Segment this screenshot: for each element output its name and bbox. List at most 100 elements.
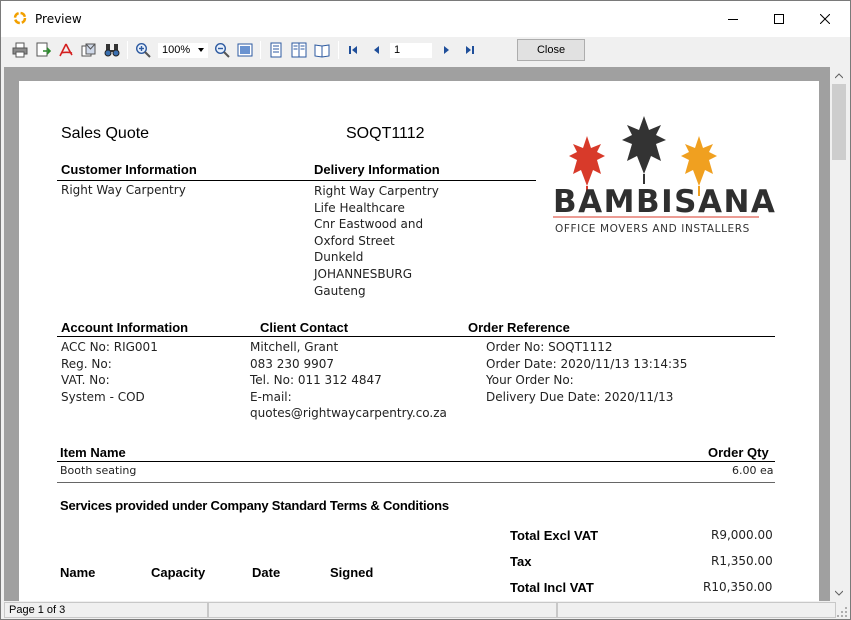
minimize-button[interactable] <box>710 1 756 37</box>
items-divider <box>57 461 775 462</box>
status-panel <box>557 602 836 618</box>
zoom-out-button[interactable] <box>213 41 231 59</box>
window-title: Preview <box>35 12 82 26</box>
last-page-button[interactable] <box>461 41 479 59</box>
contact-line: Tel. No: 011 312 4847 <box>250 373 382 388</box>
next-page-button[interactable] <box>438 41 456 59</box>
order-reference: Order No: SOQT1112 Order Date: 2020/11/1… <box>486 339 687 405</box>
document-page: Sales Quote SOQT1112 Customer Informatio… <box>19 81 819 601</box>
logo-tagline: OFFICE MOVERS AND INSTALLERS <box>555 223 750 235</box>
order-reference-header: Order Reference <box>468 320 570 335</box>
tax-value: R1,350.00 <box>711 554 773 568</box>
prev-page-icon <box>374 46 379 54</box>
delivery-line: Cnr Eastwood and <box>314 217 424 232</box>
total-incl-value: R10,350.00 <box>703 580 773 594</box>
contact-line: E-mail: <box>250 389 292 404</box>
account-info-header: Account Information <box>61 320 189 335</box>
total-incl-label: Total Incl VAT <box>510 580 594 595</box>
two-pages-icon <box>291 42 307 58</box>
logo-name: BAMBISANA <box>553 184 777 220</box>
prev-page-button[interactable] <box>367 41 385 59</box>
chevron-down-icon <box>198 48 204 52</box>
delivery-line: JOHANNESBURG <box>314 266 413 281</box>
last-page-icon <box>466 46 474 54</box>
sign-capacity-header: Capacity <box>151 565 206 580</box>
zoom-select[interactable]: 100% <box>157 42 209 59</box>
delivery-line: Gauteng <box>314 283 366 298</box>
next-page-icon <box>444 46 449 54</box>
close-window-button[interactable] <box>802 1 848 37</box>
scroll-thumb[interactable] <box>832 84 846 160</box>
app-icon <box>13 11 27 25</box>
multi-page-icon <box>314 44 330 58</box>
zoom-in-icon <box>135 42 151 58</box>
print-icon <box>12 42 28 58</box>
delivery-info-header: Delivery Information <box>314 162 440 177</box>
find-icon <box>104 44 120 57</box>
vertical-scrollbar[interactable] <box>830 67 848 601</box>
minimize-icon <box>728 19 738 20</box>
two-pages-button[interactable] <box>290 41 308 59</box>
tax-label: Tax <box>510 554 532 569</box>
title-bar: Preview <box>1 1 850 37</box>
find-button[interactable] <box>103 41 121 59</box>
one-page-icon <box>270 42 282 58</box>
quote-number: SOQT1112 <box>346 125 425 142</box>
order-qty-header: Order Qty <box>708 445 769 460</box>
close-button[interactable]: Close <box>517 39 585 61</box>
email-button[interactable] <box>80 41 98 59</box>
item-name-header: Item Name <box>60 445 126 460</box>
zoom-in-button[interactable] <box>134 41 152 59</box>
multi-page-button[interactable] <box>313 41 331 59</box>
terms-text: Services provided under Company Standard… <box>60 498 449 513</box>
export-icon <box>36 42 51 57</box>
page-number-value: 1 <box>394 44 401 56</box>
order-line: Order Date: 2020/11/13 13:14:35 <box>486 356 688 371</box>
total-excl-label: Total Excl VAT <box>510 528 599 543</box>
account-line: ACC No: RIG001 <box>61 340 158 354</box>
contact-line: Mitchell, Grant <box>250 340 339 354</box>
page-number-input[interactable]: 1 <box>389 42 433 59</box>
pdf-button[interactable] <box>57 41 75 59</box>
zoom-out-icon <box>214 42 230 58</box>
delivery-line: Life Healthcare <box>314 200 405 215</box>
close-icon <box>820 14 830 24</box>
items-bottom-divider <box>57 482 775 483</box>
first-page-button[interactable] <box>344 41 362 59</box>
page-width-button[interactable] <box>236 41 254 59</box>
company-logo: BAMBISANA OFFICE MOVERS AND INSTALLERS <box>547 116 775 236</box>
chevron-down-icon <box>835 590 843 596</box>
chevron-up-icon <box>835 72 843 78</box>
sign-name-header: Name <box>60 565 96 580</box>
export-button[interactable] <box>34 41 52 59</box>
order-line: Delivery Due Date: 2020/11/13 <box>486 389 674 404</box>
delivery-line: Oxford Street <box>314 233 395 248</box>
account-info: ACC No: RIG001 Reg. No: VAT. No: System … <box>61 339 158 405</box>
scroll-up-button[interactable] <box>830 67 848 84</box>
document-title: Sales Quote <box>61 125 150 142</box>
delivery-address: Right Way Carpentry Life Healthcare Cnr … <box>314 183 439 299</box>
maximize-icon <box>774 14 784 24</box>
scroll-down-button[interactable] <box>830 584 848 601</box>
section-divider <box>57 336 775 337</box>
resize-grip-icon[interactable] <box>836 606 848 618</box>
contact-line: 083 230 9907 <box>250 356 334 371</box>
account-line: System - COD <box>61 389 145 404</box>
status-bar: Page 1 of 3 <box>1 601 850 619</box>
maximize-button[interactable] <box>756 1 802 37</box>
client-contact: Mitchell, Grant 083 230 9907 Tel. No: 01… <box>250 339 447 422</box>
one-page-button[interactable] <box>267 41 285 59</box>
toolbar-separator <box>127 41 128 59</box>
sign-signed-header: Signed <box>330 565 374 580</box>
toolbar-separator <box>260 41 261 59</box>
account-line: VAT. No: <box>61 373 110 388</box>
preview-viewport[interactable]: Sales Quote SOQT1112 Customer Informatio… <box>4 67 830 601</box>
delivery-line: Dunkeld <box>314 250 364 265</box>
item-qty: 6.00 ea <box>732 464 774 477</box>
status-panel <box>208 602 557 618</box>
first-page-icon <box>349 46 357 54</box>
client-contact-header: Client Contact <box>260 320 349 335</box>
sign-date-header: Date <box>252 565 281 580</box>
pdf-icon <box>59 43 73 57</box>
print-button[interactable] <box>11 41 29 59</box>
